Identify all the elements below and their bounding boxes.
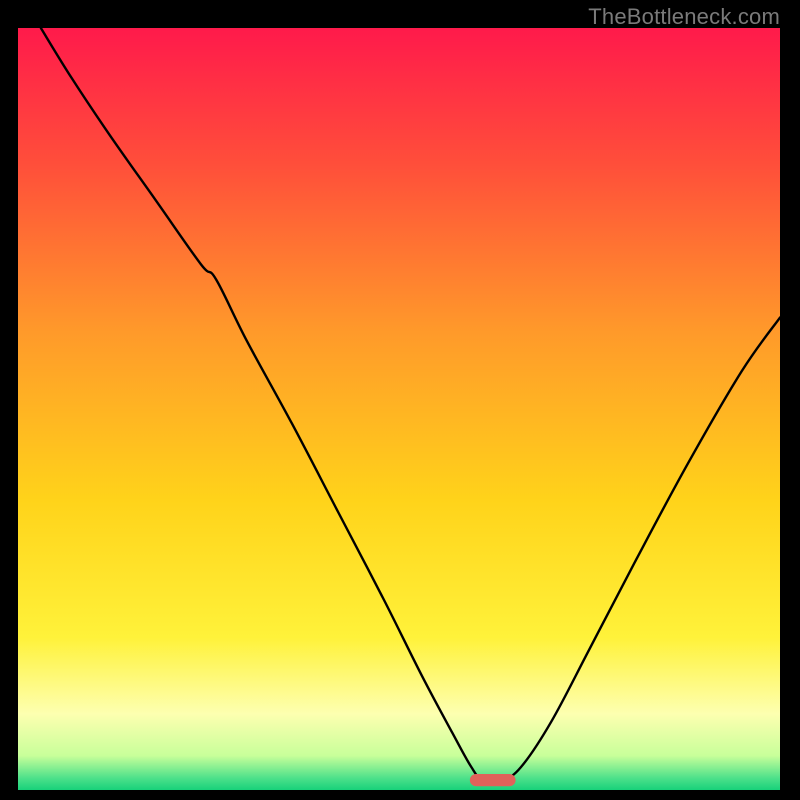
watermark-text: TheBottleneck.com: [588, 4, 780, 30]
chart-background: [18, 28, 780, 790]
chart-svg: [18, 28, 780, 790]
chart-frame: [18, 28, 780, 790]
optimal-range-marker: [470, 774, 516, 786]
